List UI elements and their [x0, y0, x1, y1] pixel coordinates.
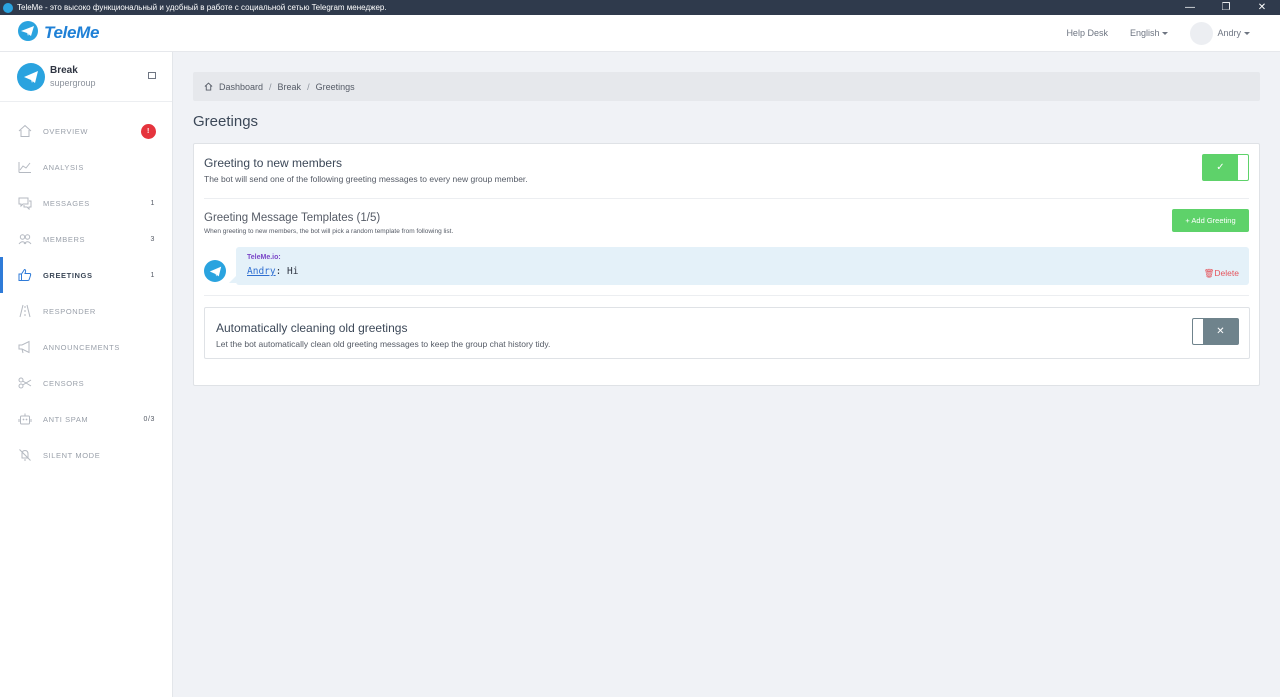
sidebar-item-analysis[interactable]: ANALYSIS: [0, 149, 172, 185]
group-avatar: [17, 62, 45, 91]
breadcrumb: Dashboard / Break / Greetings: [193, 72, 1260, 101]
megaphone-icon: [17, 339, 33, 355]
cleaning-title: Automatically cleaning old greetings: [216, 321, 408, 335]
group-type: supergroup: [50, 78, 96, 88]
breadcrumb-dashboard[interactable]: Dashboard: [219, 82, 263, 92]
sidebar-item-responder[interactable]: RESPONDER: [0, 293, 172, 329]
delete-label: Delete: [1214, 268, 1239, 278]
count-badge: 1: [150, 199, 155, 207]
sidebar-item-announcements[interactable]: ANNOUNCEMENTS: [0, 329, 172, 365]
greetings-card: Greeting to new members The bot will sen…: [193, 143, 1260, 386]
sidebar-item-anti-spam[interactable]: ANTI SPAM 0/3: [0, 401, 172, 437]
sidebar-item-label: RESPONDER: [43, 306, 96, 316]
sidebar-item-label: OVERVIEW: [43, 126, 89, 136]
window-title: TeleMe - это высоко функциональный и удо…: [17, 3, 387, 12]
check-icon: ✓: [1203, 155, 1238, 180]
delete-button[interactable]: 🗑Delete: [1204, 268, 1239, 279]
sidebar-item-label: ANTI SPAM: [43, 414, 89, 424]
group-name: Break: [50, 65, 78, 76]
sidebar-item-label: ANNOUNCEMENTS: [43, 342, 120, 352]
user-name: Andry: [1217, 28, 1241, 38]
cleaning-description: Let the bot automatically clean old gree…: [216, 339, 551, 349]
users-icon: [17, 231, 33, 247]
sidebar-item-members[interactable]: MEMBERS 3: [0, 221, 172, 257]
chart-icon: [17, 159, 33, 175]
trash-icon: 🗑: [1203, 268, 1215, 278]
divider: [204, 198, 1249, 199]
cleaning-toggle[interactable]: ✕: [1192, 318, 1239, 345]
page-title: Greetings: [193, 113, 259, 130]
avatar: [1190, 21, 1214, 45]
sidebar-item-overview[interactable]: OVERVIEW !: [0, 113, 172, 149]
brand-logo[interactable]: TeleMe: [17, 20, 100, 47]
brand-name: TeleMe: [44, 23, 100, 42]
home-icon: [204, 82, 213, 91]
divider: [204, 295, 1249, 296]
cleaning-card: Automatically cleaning old greetings Let…: [204, 307, 1250, 359]
chevron-down-icon: [1162, 32, 1169, 36]
close-window-button[interactable]: ✕: [1244, 0, 1280, 15]
teleme-logo-icon: [17, 20, 39, 47]
message-bubble: TeleMe.io: Andry: Hi 🗑Delete: [229, 247, 1249, 285]
window-titlebar: TeleMe - это высоко функциональный и удо…: [0, 0, 1280, 15]
add-greeting-button[interactable]: + Add Greeting: [1172, 209, 1249, 232]
message-text: Andry: Hi: [247, 266, 299, 277]
robot-icon: [17, 411, 33, 427]
sidebar-item-label: SILENT MODE: [43, 450, 101, 460]
group-header[interactable]: Break supergroup: [0, 52, 172, 102]
sidebar-item-censors[interactable]: CENSORS: [0, 365, 172, 401]
chat-icon: [17, 195, 33, 211]
language-dropdown[interactable]: English: [1130, 28, 1169, 38]
telegram-plane-icon: [24, 70, 38, 83]
home-icon: [17, 123, 33, 139]
templates-title: Greeting Message Templates (1/5): [204, 212, 381, 224]
greeting-settings: Greeting to new members The bot will sen…: [204, 156, 528, 184]
top-navbar: TeleMe Help Desk English Andry: [0, 15, 1280, 52]
count-badge: 0/3: [143, 415, 155, 423]
list-item: TeleMe.io: Andry: Hi 🗑Delete: [204, 247, 1249, 285]
thumbs-up-icon: [17, 267, 33, 283]
templates-header: Greeting Message Templates (1/5) When gr…: [204, 212, 453, 235]
message-sender: TeleMe.io:: [247, 254, 281, 261]
help-desk-link[interactable]: Help Desk: [1066, 28, 1108, 38]
sidebar-menu: OVERVIEW ! ANALYSIS MESSAGES 1 MEMBERS 3…: [0, 113, 172, 473]
greeting-section-description: The bot will send one of the following g…: [204, 174, 528, 184]
road-icon: [17, 303, 33, 319]
sidebar-item-greetings[interactable]: GREETINGS 1: [0, 257, 172, 293]
breadcrumb-separator: /: [307, 81, 310, 92]
sidebar-item-messages[interactable]: MESSAGES 1: [0, 185, 172, 221]
app-icon: [3, 2, 13, 13]
scissors-icon: [17, 375, 33, 391]
switch-group-icon[interactable]: [148, 72, 156, 79]
minimize-button[interactable]: —: [1172, 0, 1208, 15]
sidebar-item-label: ANALYSIS: [43, 162, 84, 172]
close-icon: ✕: [1203, 319, 1238, 344]
breadcrumb-separator: /: [269, 81, 272, 92]
mute-icon: [17, 447, 33, 463]
breadcrumb-group[interactable]: Break: [278, 82, 302, 92]
greeting-toggle[interactable]: ✓: [1202, 154, 1249, 181]
restore-button[interactable]: ❐: [1208, 0, 1244, 15]
bot-avatar: [204, 260, 226, 282]
sidebar-item-label: GREETINGS: [43, 270, 93, 280]
sidebar: Break supergroup OVERVIEW ! ANALYSIS MES…: [0, 52, 173, 697]
language-label: English: [1129, 28, 1160, 38]
sidebar-item-label: MEMBERS: [43, 234, 86, 244]
chevron-down-icon: [1244, 31, 1250, 35]
user-mention[interactable]: Andry: [247, 266, 276, 277]
alert-badge: !: [141, 123, 156, 139]
message-body: : Hi: [275, 266, 299, 277]
breadcrumb-current: Greetings: [315, 81, 355, 92]
user-menu[interactable]: Andry: [1190, 21, 1250, 45]
sidebar-item-silent-mode[interactable]: SILENT MODE: [0, 437, 172, 473]
sidebar-item-label: CENSORS: [43, 378, 85, 388]
count-badge: 3: [150, 235, 155, 243]
count-badge: 1: [150, 271, 155, 279]
sidebar-item-label: MESSAGES: [43, 198, 90, 208]
greeting-section-title: Greeting to new members: [204, 156, 343, 170]
telegram-plane-icon: [209, 266, 221, 276]
templates-description: When greeting to new members, the bot wi…: [204, 228, 454, 235]
